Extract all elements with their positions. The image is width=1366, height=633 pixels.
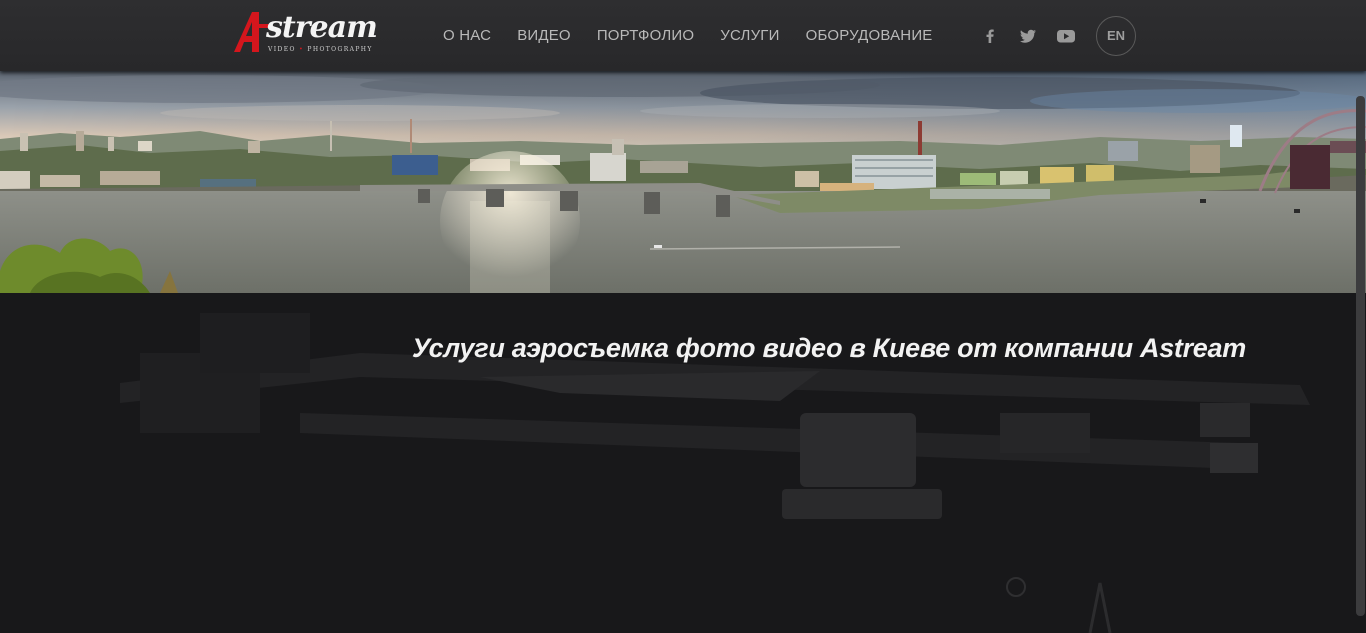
nav-item-portfolio[interactable]: ПОРТФОЛИО bbox=[584, 0, 707, 71]
panorama-banner bbox=[0, 71, 1366, 293]
site-header: stream VIDEO • PHOTOGRAPHY О НАС ВИДЕО П… bbox=[0, 0, 1366, 71]
logo-tagline-left: VIDEO bbox=[268, 46, 296, 53]
panorama-of-kyiv-river-icon bbox=[0, 71, 1366, 293]
logo-tagline: VIDEO • PHOTOGRAPHY bbox=[268, 46, 373, 53]
youtube-icon[interactable] bbox=[1054, 24, 1078, 48]
logo-wordmark: stream bbox=[266, 10, 378, 45]
logo-tagline-right: PHOTOGRAPHY bbox=[307, 46, 373, 53]
scrollbar-thumb[interactable] bbox=[1356, 96, 1365, 616]
facebook-icon[interactable] bbox=[978, 24, 1002, 48]
language-switch-en[interactable]: EN bbox=[1096, 16, 1136, 56]
social-links bbox=[978, 24, 1092, 48]
main-navigation: О НАС ВИДЕО ПОРТФОЛИО УСЛУГИ ОБОРУДОВАНИ… bbox=[430, 0, 946, 71]
nav-item-services[interactable]: УСЛУГИ bbox=[707, 0, 792, 71]
services-section: Услуги аэросъемка фото видео в Киеве от … bbox=[0, 293, 1366, 633]
page-headline: Услуги аэросъемка фото видео в Киеве от … bbox=[412, 333, 1246, 364]
twitter-icon[interactable] bbox=[1016, 24, 1040, 48]
nav-item-equipment[interactable]: ОБОРУДОВАНИЕ bbox=[793, 0, 946, 71]
logo-tagline-dot: • bbox=[299, 46, 305, 53]
astream-logo[interactable]: stream VIDEO • PHOTOGRAPHY bbox=[230, 8, 390, 58]
nav-item-about[interactable]: О НАС bbox=[430, 0, 504, 71]
page: stream VIDEO • PHOTOGRAPHY О НАС ВИДЕО П… bbox=[0, 0, 1366, 633]
nav-item-video[interactable]: ВИДЕО bbox=[504, 0, 584, 71]
